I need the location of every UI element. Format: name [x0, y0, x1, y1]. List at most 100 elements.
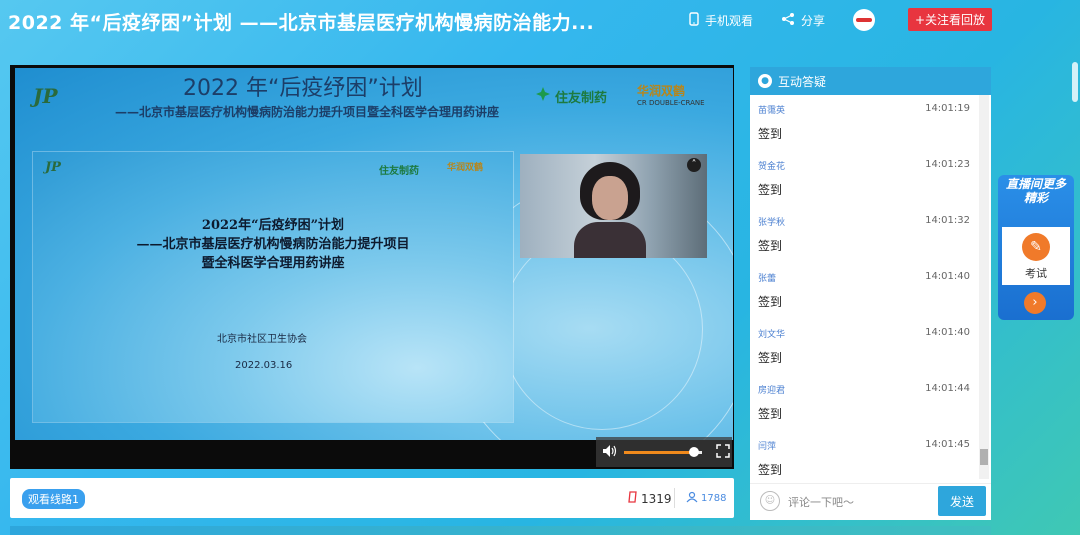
side-banner: 直播间更多精彩: [1005, 177, 1066, 205]
chat-header: ● 互动答疑: [750, 67, 991, 95]
phone-icon: [689, 11, 699, 29]
inner-brand2: 华润双鹤: [447, 163, 484, 173]
player-controls: [596, 437, 732, 467]
page-scrollbar[interactable]: [1072, 62, 1078, 102]
message-author[interactable]: 房迎君: [758, 383, 785, 396]
slide-subtitle: ——北京市基层医疗机构慢病防治能力提升项目暨全科医学合理用药讲座: [115, 105, 500, 119]
user-icon: [686, 491, 698, 506]
chat-message: 房迎君 14:01:44 签到: [750, 375, 978, 431]
chat-input-bar: ☺ 评论一下吧～ 发送: [750, 483, 991, 520]
chat-list[interactable]: 苗霭英 14:01:19 签到 贺金花 14:01:23 签到 张学秋 14:0…: [750, 95, 978, 479]
inner-title-line1: 2022年“后疫纾困”计划: [201, 218, 345, 233]
mobile-view-button[interactable]: 手机观看: [689, 11, 753, 29]
viewer-count: 1788: [701, 493, 727, 504]
chat-panel: ● 互动答疑 苗霭英 14:01:19 签到 贺金花 14:01:23 签到 张…: [750, 67, 991, 520]
chat-message: 贺金花 14:01:23 签到: [750, 151, 978, 207]
viewer-counter: 1788: [686, 491, 726, 506]
message-text: 签到: [758, 183, 783, 197]
chat-message: 闫萍 14:01:45 签到: [750, 431, 978, 479]
message-time: 14:01:32: [925, 215, 970, 226]
exam-card[interactable]: ✎ 考试: [1002, 227, 1070, 285]
route-button[interactable]: 观看线路1: [22, 489, 85, 509]
message-time: 14:01:45: [925, 439, 970, 450]
collapse-icon[interactable]: ˄: [687, 158, 701, 172]
volume-knob[interactable]: [689, 446, 700, 457]
message-author[interactable]: 贺金花: [758, 159, 785, 172]
chat-message: 张蕾 14:01:40 签到: [750, 263, 978, 319]
brand2-label: 华润双鹤: [637, 84, 686, 98]
presentation-slide: JP 2022 年“后疫纾困”计划 ——北京市基层医疗机构慢病防治能力提升项目暨…: [15, 68, 733, 440]
chat-message: 刘文华 14:01:40 签到: [750, 319, 978, 375]
speaker-body: [574, 222, 646, 258]
message-text: 签到: [758, 463, 783, 477]
brand1-label: 住友制药: [555, 90, 608, 106]
message-text: 签到: [758, 127, 783, 141]
share-label: 分享: [800, 13, 825, 28]
video-player[interactable]: JP 2022 年“后疫纾困”计划 ——北京市基层医疗机构慢病防治能力提升项目暨…: [10, 65, 734, 469]
message-author[interactable]: 苗霭英: [758, 103, 785, 116]
like-icon: [628, 491, 638, 506]
message-time: 14:01:44: [925, 383, 970, 394]
send-button[interactable]: 发送: [938, 486, 986, 516]
top-actions: 手机观看 分享: [689, 9, 875, 31]
leaf-icon: [535, 86, 551, 106]
message-author[interactable]: 刘文华: [758, 327, 785, 340]
speaker-face: [592, 176, 628, 220]
pen-icon: ✎: [1022, 233, 1050, 261]
message-text: 签到: [758, 239, 783, 253]
chat-scrollbar[interactable]: [979, 95, 989, 479]
inner-org: 北京市社区卫生协会: [217, 334, 307, 345]
inner-logo: JP: [45, 160, 61, 175]
like-count: 1319: [641, 491, 672, 506]
channel-avatar[interactable]: [853, 9, 875, 31]
like-counter[interactable]: 1319: [628, 491, 672, 506]
volume-slider[interactable]: [624, 446, 702, 457]
share-icon: [781, 12, 795, 29]
message-time: 14:01:40: [925, 271, 970, 282]
follow-button[interactable]: +关注看回放: [907, 8, 992, 31]
volume-icon[interactable]: [602, 443, 618, 462]
divider: [674, 488, 675, 508]
chat-message: 苗霭英 14:01:19 签到: [750, 95, 978, 151]
player-bottom-bar: 观看线路1 1319 1788: [10, 478, 734, 518]
chat-message: 张学秋 14:01:32 签到: [750, 207, 978, 263]
emoji-icon[interactable]: ☺: [760, 491, 780, 511]
speaker: [574, 162, 646, 258]
message-text: 签到: [758, 295, 783, 309]
top-bar: 2022 年“后疫纾困”计划 ——北京市基层医疗机构慢病防治能力... 手机观看…: [0, 0, 1080, 52]
inner-title-line3: 暨全科医学合理用药讲座: [201, 256, 345, 271]
mobile-view-label: 手机观看: [704, 13, 753, 28]
fullscreen-icon[interactable]: [716, 443, 730, 462]
scroll-thumb[interactable]: [980, 449, 988, 465]
message-text: 签到: [758, 407, 783, 421]
slide-title: 2022 年“后疫纾困”计划: [183, 76, 423, 101]
chevron-right-icon[interactable]: ›: [1024, 292, 1046, 314]
share-button[interactable]: 分享: [781, 12, 825, 29]
message-author[interactable]: 张蕾: [758, 271, 776, 284]
message-author[interactable]: 张学秋: [758, 215, 785, 228]
brand-double-crane: 华润双鹤 CR DOUBLE-CRANE: [637, 82, 705, 107]
message-time: 14:01:19: [925, 103, 970, 114]
message-text: 签到: [758, 351, 783, 365]
inner-slide: JP 住友制药 华润双鹤 2022年“后疫纾困”计划 ——北京市基层医疗机构慢病…: [33, 152, 513, 422]
message-time: 14:01:40: [925, 327, 970, 338]
page-title: 2022 年“后疫纾困”计划 ——北京市基层医疗机构慢病防治能力...: [8, 12, 595, 34]
volume-fill: [624, 450, 695, 454]
slide-logo: JP: [33, 84, 58, 108]
brand2-en: CR DOUBLE-CRANE: [637, 99, 705, 107]
inner-title: 2022年“后疫纾困”计划 ——北京市基层医疗机构慢病防治能力提升项目 暨全科医…: [33, 216, 513, 273]
inner-brand1: 住友制药: [379, 166, 419, 177]
decor-circle: [501, 228, 703, 430]
comment-input[interactable]: 评论一下吧～: [788, 494, 854, 510]
brand-sumitomo: 住友制药: [535, 86, 607, 106]
side-widget: 直播间更多精彩 ✎ 考试 ›: [998, 175, 1074, 320]
exam-label: 考试: [1025, 267, 1047, 280]
inner-title-line2: ——北京市基层医疗机构慢病防治能力提升项目: [136, 237, 410, 252]
speaker-camera[interactable]: ˄: [520, 154, 707, 258]
inner-date: 2022.03.16: [235, 360, 293, 371]
footer-strip: [10, 526, 991, 535]
message-time: 14:01:23: [925, 159, 970, 170]
chat-icon: ●: [758, 74, 772, 88]
chat-title: 互动答疑: [778, 74, 827, 89]
message-author[interactable]: 闫萍: [758, 439, 776, 452]
